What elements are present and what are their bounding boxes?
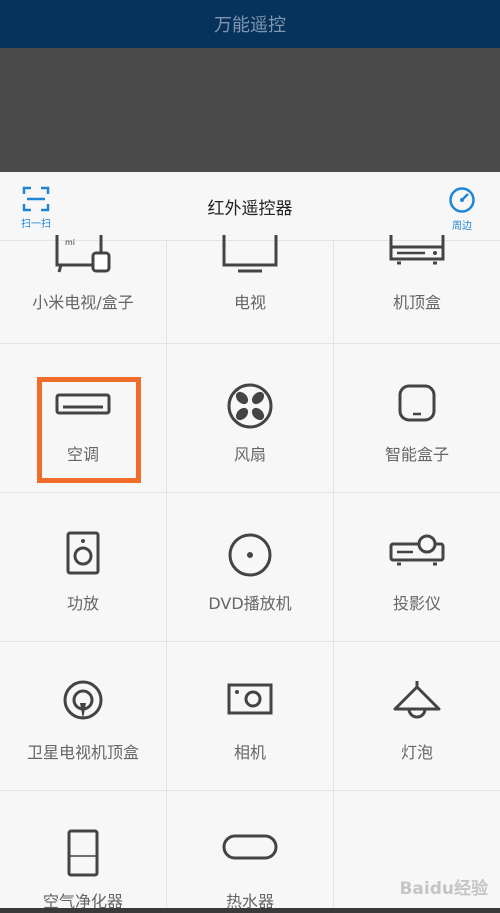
- satellite-box-icon: [63, 680, 103, 720]
- svg-text:mi: mi: [65, 238, 75, 247]
- device-dvd-player[interactable]: DVD播放机: [167, 493, 334, 641]
- projector-icon: [389, 534, 445, 566]
- device-label: 风扇: [233, 445, 266, 464]
- device-tv[interactable]: 电视: [167, 235, 334, 343]
- nearby-label: 周边: [452, 221, 472, 232]
- device-label: 小米电视/盒子: [32, 293, 134, 312]
- device-projector[interactable]: 投影仪: [334, 493, 500, 641]
- amplifier-icon: [66, 531, 100, 575]
- air-purifier-icon: [67, 829, 99, 877]
- bottom-bar: [0, 908, 500, 913]
- sheet-title: 红外遥控器: [207, 199, 293, 219]
- device-label: 功放: [66, 594, 99, 613]
- device-label: 电视: [233, 293, 266, 312]
- device-grid: mi 小米电视/盒子 电视 机顶盒 空调 风扇 智能盒子 功放 DVD播放机 投…: [0, 235, 500, 913]
- dvd-player-icon: [228, 533, 272, 577]
- device-air-purifier[interactable]: 空气净化器: [0, 791, 167, 913]
- device-set-top-box[interactable]: 机顶盒: [334, 235, 500, 343]
- app-title: 万能遥控: [214, 15, 286, 36]
- device-label: 机顶盒: [392, 293, 441, 312]
- mi-tv-box-icon: mi: [55, 235, 111, 273]
- watermark: Baidu经验: [399, 879, 488, 899]
- set-top-box-icon: [389, 235, 445, 265]
- device-fan[interactable]: 风扇: [167, 344, 334, 492]
- remote-picker-sheet: 扫一扫 红外遥控器 周边 mi 小米电视/盒子 电视 机顶盒 空调 风扇 智能盒…: [0, 172, 500, 913]
- device-label: 投影仪: [392, 594, 441, 613]
- device-label: 灯泡: [400, 743, 433, 762]
- sheet-header: 扫一扫 红外遥控器 周边: [0, 172, 500, 241]
- camera-icon: [227, 683, 273, 715]
- device-label: 卫星电视机顶盒: [26, 743, 139, 762]
- app-title-bar: 万能遥控: [0, 0, 500, 48]
- device-label: 相机: [233, 743, 266, 762]
- smart-box-icon: [398, 384, 436, 422]
- water-heater-icon: [222, 834, 278, 860]
- device-label: DVD播放机: [208, 594, 292, 613]
- device-mi-tv-box[interactable]: mi 小米电视/盒子: [0, 235, 167, 343]
- device-smart-box[interactable]: 智能盒子: [334, 344, 500, 492]
- device-camera[interactable]: 相机: [167, 642, 334, 790]
- device-air-conditioner[interactable]: 空调: [0, 344, 167, 492]
- nearby-radar-icon: [449, 187, 475, 213]
- nearby-button[interactable]: 周边: [440, 186, 484, 232]
- fan-icon: [227, 383, 273, 429]
- device-satellite-box[interactable]: 卫星电视机顶盒: [0, 642, 167, 790]
- device-amplifier[interactable]: 功放: [0, 493, 167, 641]
- device-label: 智能盒子: [384, 445, 449, 464]
- device-label: 空调: [66, 445, 99, 464]
- tv-icon: [222, 235, 278, 273]
- light-bulb-icon: [393, 681, 441, 719]
- device-light-bulb[interactable]: 灯泡: [334, 642, 500, 790]
- device-water-heater[interactable]: 热水器: [167, 791, 334, 913]
- air-conditioner-icon: [55, 393, 111, 415]
